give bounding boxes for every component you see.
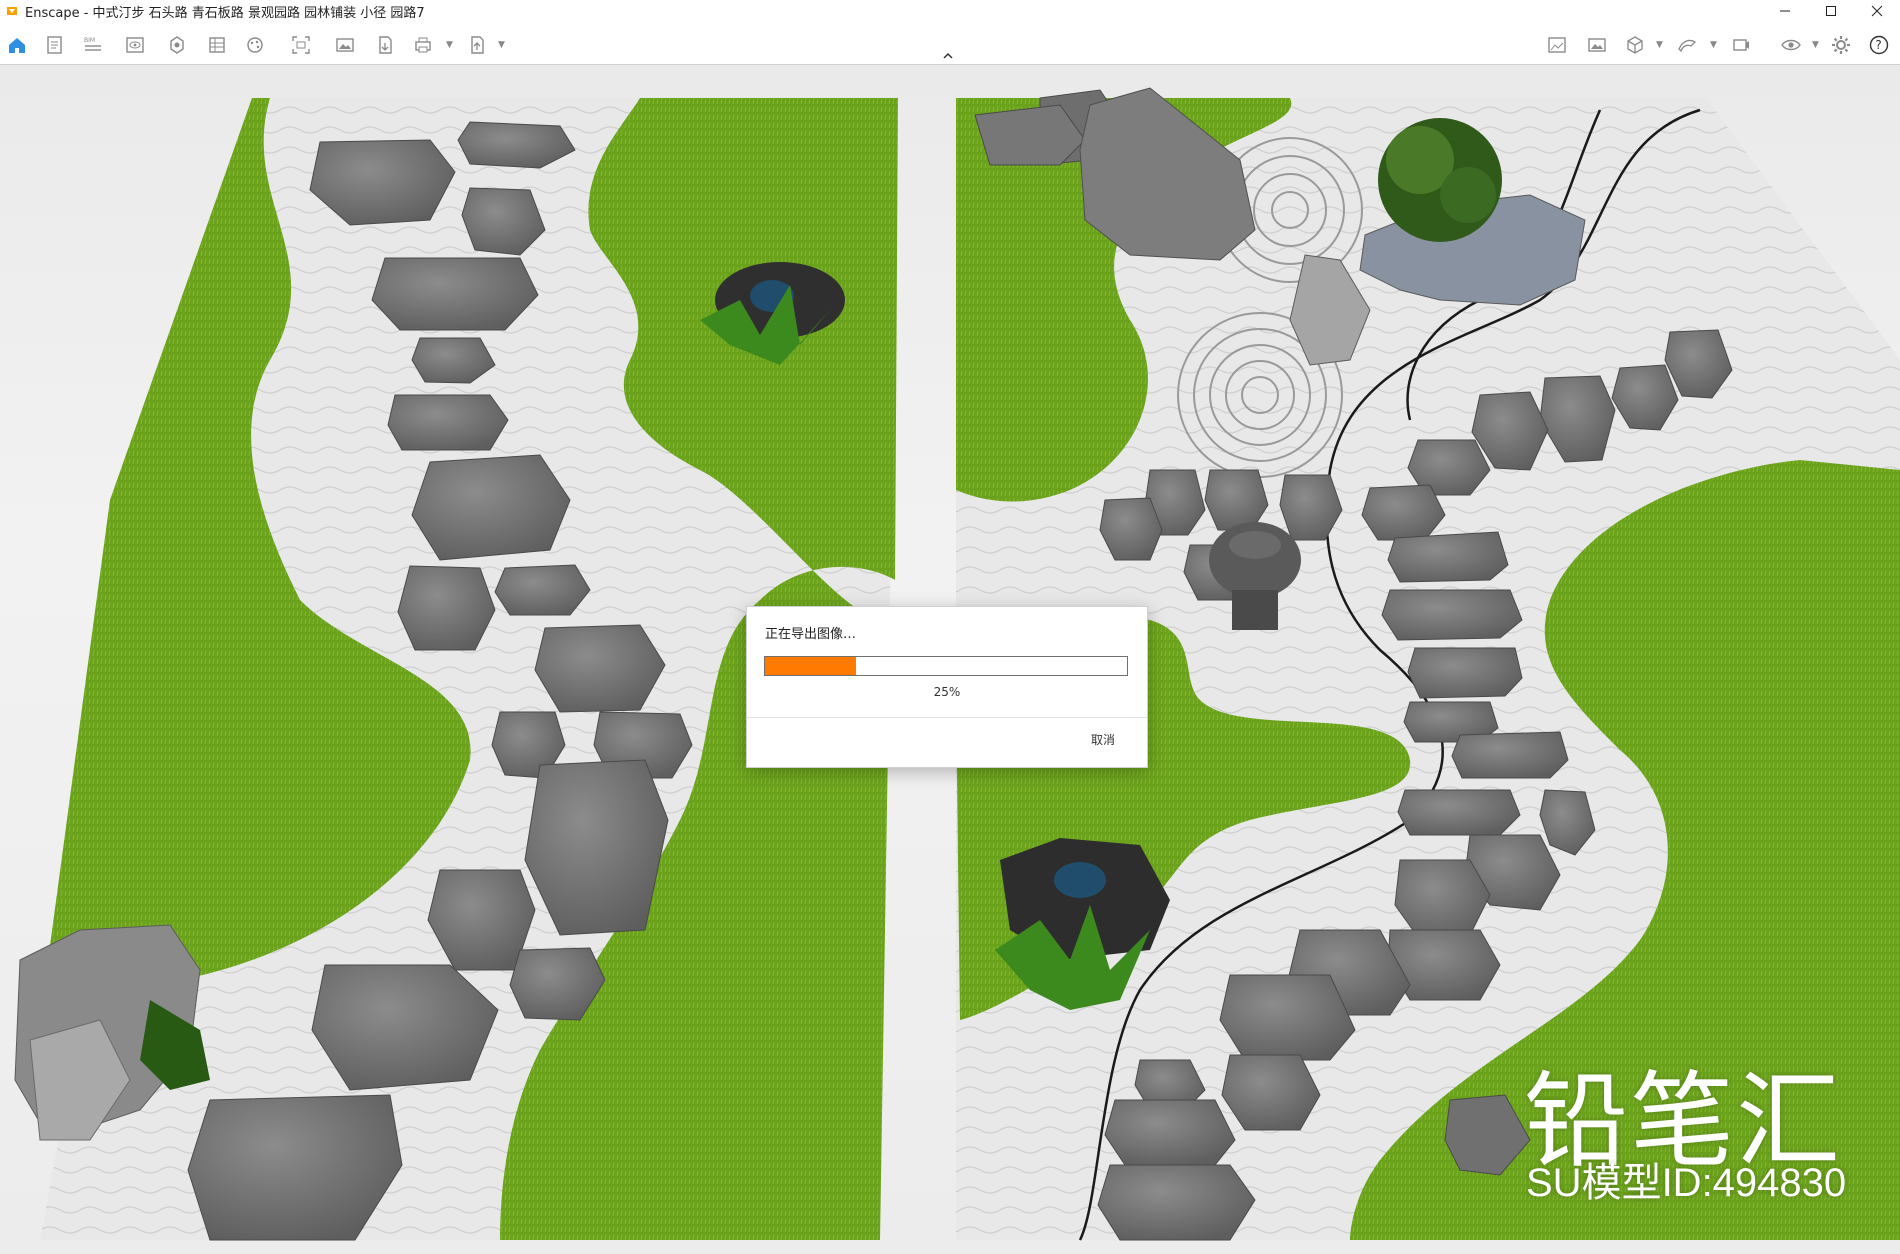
export-icon[interactable] — [374, 34, 396, 56]
export-progress-text: 25% — [933, 685, 961, 699]
screenshot-icon[interactable] — [290, 34, 312, 56]
print-dropdown-caret[interactable]: ▼ — [446, 40, 453, 50]
settings-icon[interactable] — [244, 34, 266, 56]
cube-dropdown-caret[interactable]: ▼ — [1656, 40, 1663, 50]
window-controls — [1762, 0, 1900, 22]
export-progress-bar — [764, 656, 1128, 676]
close-button[interactable] — [1854, 0, 1900, 22]
gear-icon[interactable] — [1830, 34, 1852, 56]
eye-visibility-icon[interactable] — [1780, 34, 1802, 56]
sync-icon[interactable] — [1730, 34, 1752, 56]
minimize-button[interactable] — [1762, 0, 1808, 22]
capture-icon[interactable] — [1586, 34, 1608, 56]
chevron-up-icon[interactable] — [942, 51, 954, 61]
help-icon[interactable]: ? — [1868, 34, 1890, 56]
bim-icon[interactable]: BIM — [82, 34, 104, 56]
minimize-icon — [1780, 10, 1790, 12]
visibility-dropdown-caret[interactable]: ▼ — [1812, 40, 1819, 50]
svg-text:BIM: BIM — [84, 37, 95, 44]
view-management-icon[interactable] — [1676, 34, 1698, 56]
title-bar: Enscape - 中式汀步 石头路 青石板路 景观园路 园林铺装 小径 园路7 — [0, 0, 1900, 22]
asset-library-icon[interactable] — [166, 34, 188, 56]
document-icon[interactable] — [44, 34, 66, 56]
eye-icon[interactable] — [124, 34, 146, 56]
render-viewport[interactable]: 正在导出图像… 25% 取消 铅笔汇 SU模型ID:494830 — [0, 65, 1900, 1254]
upload-dropdown-caret[interactable]: ▼ — [498, 40, 505, 50]
cube-icon[interactable] — [1624, 34, 1646, 56]
svg-text:?: ? — [1875, 38, 1881, 52]
print-icon[interactable] — [412, 34, 434, 56]
cancel-button[interactable]: 取消 — [1091, 731, 1115, 748]
view-dropdown-caret[interactable]: ▼ — [1710, 40, 1717, 50]
export-dialog: 正在导出图像… 25% 取消 — [746, 606, 1148, 768]
maximize-button[interactable] — [1808, 0, 1854, 22]
image-icon[interactable] — [334, 34, 356, 56]
right-tree — [1378, 118, 1502, 242]
upload-icon[interactable] — [466, 34, 488, 56]
views-icon[interactable] — [206, 34, 228, 56]
model-id-label: SU模型ID:494830 — [1526, 1161, 1847, 1205]
export-progress-fill — [765, 657, 856, 675]
window-title: Enscape - 中式汀步 石头路 青石板路 景观园路 园林铺装 小径 园路7 — [25, 5, 425, 21]
enscape-logo-icon — [7, 7, 17, 15]
maximize-icon — [1826, 6, 1836, 16]
home-icon[interactable] — [6, 34, 28, 56]
close-icon — [1871, 5, 1883, 17]
export-message: 正在导出图像… — [765, 627, 857, 642]
dialog-divider — [747, 717, 1147, 718]
panorama-icon[interactable] — [1546, 34, 1568, 56]
